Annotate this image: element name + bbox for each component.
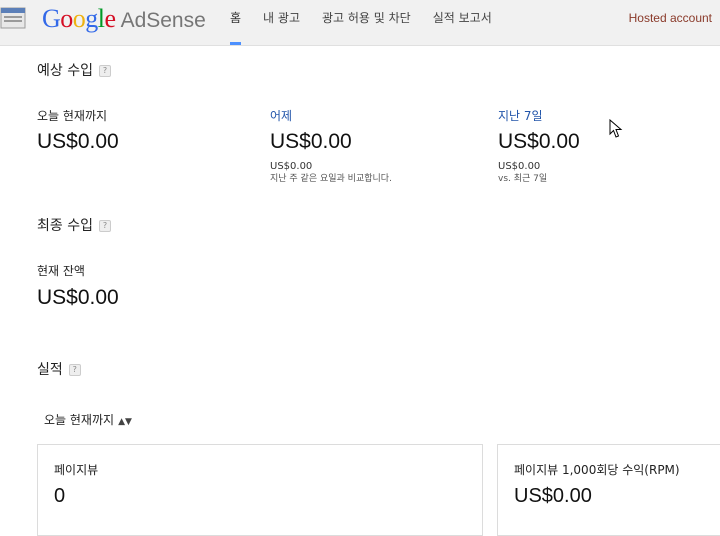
estimated-earnings-title: 예상 수입? xyxy=(37,60,111,80)
last-7-days-comparison: US$0.00 vs. 최근 7일 xyxy=(498,160,547,186)
today-value: US$0.00 xyxy=(37,130,119,153)
help-icon[interactable]: ? xyxy=(98,65,111,77)
app-menu-icon[interactable] xyxy=(0,7,26,29)
finalized-earnings-title: 최종 수입? xyxy=(37,215,111,235)
adsense-wordmark: AdSense xyxy=(120,9,206,32)
last-7-days-value: US$0.00 xyxy=(498,130,580,153)
last-7-days-compare-note: vs. 최근 7일 xyxy=(498,174,548,184)
rpm-card[interactable]: 페이지뷰 1,000회당 수익(RPM) US$0.00 xyxy=(497,444,720,536)
balance-value: US$0.00 xyxy=(37,286,119,309)
performance-title: 실적? xyxy=(37,359,81,379)
tab-my-ads[interactable]: 내 광고 xyxy=(263,0,300,45)
google-wordmark: Google xyxy=(42,4,116,33)
tab-allow-block-ads[interactable]: 광고 허용 및 차단 xyxy=(322,0,411,45)
yesterday-value: US$0.00 xyxy=(270,130,352,153)
last-7-days-compare-value: US$0.00 xyxy=(498,161,541,172)
yesterday-compare-value: US$0.00 xyxy=(270,161,313,172)
main-nav: 홈 내 광고 광고 허용 및 차단 실적 보고서 xyxy=(230,0,492,45)
google-adsense-logo[interactable]: Google AdSense xyxy=(42,4,206,34)
finalized-earnings-heading: 최종 수입 xyxy=(37,218,93,234)
balance-label: 현재 잔액 xyxy=(37,264,85,278)
tab-home[interactable]: 홈 xyxy=(230,0,242,45)
date-range-value: 오늘 현재까지 xyxy=(44,413,115,427)
top-bar: Google AdSense 홈 내 광고 광고 허용 및 차단 실적 보고서 … xyxy=(0,0,720,46)
yesterday-link[interactable]: 어제 xyxy=(270,107,292,124)
tab-performance-reports[interactable]: 실적 보고서 xyxy=(433,0,492,45)
sort-arrows-icon: ▲▼ xyxy=(118,417,132,427)
pageviews-card[interactable]: 페이지뷰 0 xyxy=(37,444,483,536)
today-label: 오늘 현재까지 xyxy=(37,109,108,123)
pageviews-value: 0 xyxy=(54,485,66,507)
mouse-pointer-icon xyxy=(609,119,623,138)
account-name[interactable]: Hosted account xyxy=(629,0,712,36)
yesterday-comparison: US$0.00 지난 주 같은 요일과 비교합니다. xyxy=(270,160,392,186)
pageviews-label: 페이지뷰 xyxy=(54,463,99,477)
date-range-select[interactable]: 오늘 현재까지 ▲▼ xyxy=(44,411,132,428)
help-icon[interactable]: ? xyxy=(98,220,111,232)
estimated-earnings-heading: 예상 수입 xyxy=(37,63,93,79)
yesterday-compare-note: 지난 주 같은 요일과 비교합니다. xyxy=(270,174,392,184)
help-icon[interactable]: ? xyxy=(68,364,81,376)
performance-heading: 실적 xyxy=(37,362,63,378)
rpm-label: 페이지뷰 1,000회당 수익(RPM) xyxy=(514,463,680,477)
last-7-days-link[interactable]: 지난 7일 xyxy=(498,107,543,124)
rpm-value: US$0.00 xyxy=(514,485,592,507)
